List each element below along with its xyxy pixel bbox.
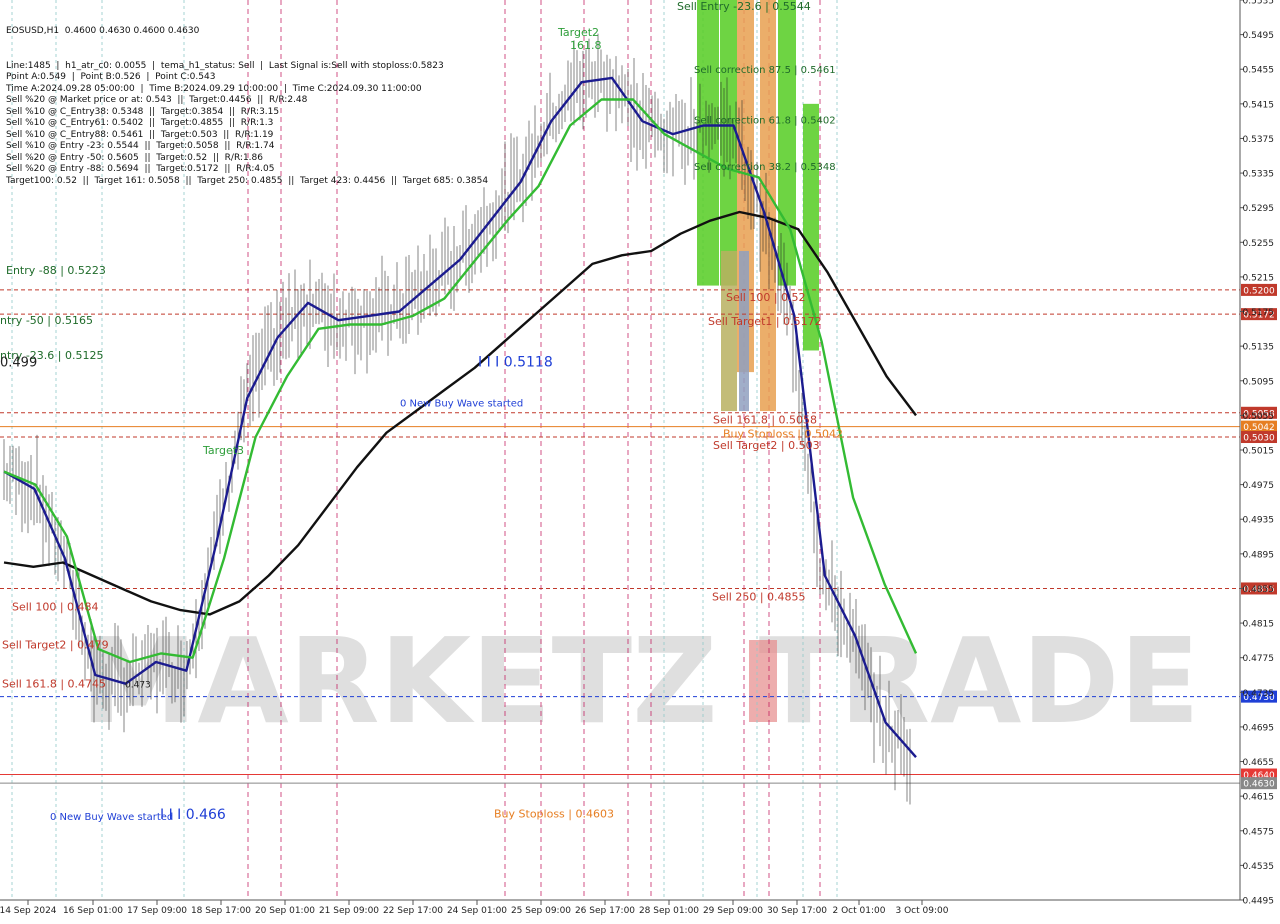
y-tick-label: 0.4775 [1243,654,1275,664]
level-label: Sell 100 | 0.484 [12,601,99,614]
correction-band [739,250,749,412]
x-tick-label: 21 Sep 09:00 [319,906,379,916]
info-line: Sell %10 @ C_Entry88: 0.5461 || Target:0… [6,129,274,140]
y-tick-label: 0.4695 [1243,723,1275,733]
x-tick-label: 17 Sep 09:00 [127,906,187,916]
chart-title: EOSUSD,H1 0.4600 0.4630 0.4600 0.4630 [6,26,200,36]
level-label: I I I 0.466 [160,807,226,823]
y-tick-label: 0.5335 [1243,170,1275,180]
x-tick-label: 20 Sep 01:00 [255,906,315,916]
level-label: Buy Stoploss | 0.4603 [494,807,614,820]
info-line: Sell %10 @ C_Entry61: 0.5402 || Target:0… [6,118,274,128]
y-tick-label: 0.5095 [1243,377,1275,387]
y-tick-label: 0.5175 [1243,308,1275,318]
y-tick-label: 0.4975 [1243,481,1275,491]
y-tick-label: 0.4895 [1243,550,1275,560]
watermark-bar [749,640,777,722]
y-tick-label: 0.5055 [1243,412,1275,422]
correction-band [720,0,737,286]
y-tick-label: 0.5535 [1243,0,1275,7]
level-label: Sell Target1 | 0.5172 [708,315,822,328]
y-tick-label: 0.4615 [1243,793,1275,803]
x-tick-label: 3 Oct 09:00 [896,906,949,916]
price-level-label: 0.5030 [1243,434,1275,444]
level-label: Sell Target2 | 0.503 [713,439,820,452]
x-tick-label: 2 Oct 01:00 [833,906,886,916]
x-tick-label: 24 Sep 01:00 [447,906,507,916]
y-tick-label: 0.5215 [1243,273,1275,283]
price-level-label: 0.5200 [1243,286,1275,296]
info-line: Time A:2024.09.28 05:00:00 | Time B:2024… [6,83,422,94]
level-label: Sell 100 | 0.52 [726,291,806,304]
indicator-info-panel: EOSUSD,H1 0.4600 0.4630 0.4600 0.4630 Li… [6,3,488,186]
price-level-label: 0.4630 [1243,780,1275,790]
level-label: Sell correction 87.5 | 0.5461 [694,65,836,76]
x-tick-label: 16 Sep 01:00 [63,906,123,916]
x-tick-label: 14 Sep 2024 [0,906,57,916]
y-tick-label: 0.5255 [1243,239,1275,249]
level-label: 161.8 [570,39,602,52]
info-line: Sell %20 @ Market price or at: 0.543 || … [6,95,308,105]
y-tick-label: 0.5375 [1243,135,1275,145]
y-tick-label: 0.5135 [1243,343,1275,353]
correction-band [721,250,737,412]
y-tick-label: 0.5495 [1243,31,1275,41]
level-label: Sell Entry -23.6 | 0.5544 [677,0,811,13]
level-label: 0 New Buy Wave started [400,398,523,409]
level-label: Sell correction 61.8 | 0.5402 [694,115,836,126]
level-label: Sell 250 | 0.4855 [712,590,806,603]
x-tick-label: 22 Sep 17:00 [383,906,443,916]
correction-band [697,0,719,286]
y-tick-label: 0.4495 [1243,897,1275,907]
info-line: Sell %10 @ C_Entry38: 0.5348 || Target:0… [6,106,280,117]
x-tick-label: 18 Sep 17:00 [191,906,251,916]
level-label: Sell 161.8 | 0.5058 [713,414,817,427]
y-tick-label: 0.4815 [1243,620,1275,630]
x-tick-label: 26 Sep 17:00 [575,906,635,916]
level-label: Sell Target2 | 0.479 [2,639,109,652]
level-label: 0.499 [0,356,37,371]
info-line: Sell %10 @ Entry -23: 0.5544 || Target:0… [6,141,275,151]
level-label: Sell correction 38.2 | 0.5348 [694,162,836,173]
level-label: Target3 [202,444,244,457]
info-line: Point A:0.549 | Point B:0.526 | Point C:… [6,72,216,82]
correction-band [803,103,819,351]
y-tick-label: 0.5455 [1243,66,1275,76]
x-tick-label: 30 Sep 17:00 [767,906,827,916]
info-line: Sell %20 @ Entry -50: 0.5605 || Target:0… [6,152,263,163]
level-label: ntry -50 | 0.5165 [0,314,93,327]
level-label: Target2 [557,26,599,39]
level-label: 0 New Buy Wave started [50,812,173,823]
y-tick-label: 0.5015 [1243,447,1275,457]
level-label: Sell 161.8 | 0.4745 [2,678,106,691]
y-tick-label: 0.4535 [1243,862,1275,872]
info-line: Line:1485 | h1_atr_c0: 0.0055 | tema_h1_… [6,60,444,71]
y-tick-label: 0.4655 [1243,758,1275,768]
level-label: 0.473 [125,681,151,691]
y-tick-label: 0.5295 [1243,204,1275,214]
x-tick-label: 28 Sep 01:00 [639,906,699,916]
y-tick-label: 0.4935 [1243,516,1275,526]
x-tick-label: 25 Sep 09:00 [511,906,571,916]
y-tick-label: 0.4855 [1243,585,1275,595]
y-tick-label: 0.4575 [1243,827,1275,837]
info-line: Target100: 0.52 || Target 161: 0.5058 ||… [6,175,489,186]
y-tick-label: 0.4735 [1243,689,1275,699]
level-label: I I I 0.5118 [478,355,553,371]
x-tick-label: 29 Sep 09:00 [703,906,763,916]
info-line: Sell %20 @ Entry -88: 0.5694 || Target:0… [6,164,275,174]
level-label: Entry -88 | 0.5223 [6,264,106,277]
y-tick-label: 0.5415 [1243,100,1275,110]
chart: MARKETZ TRADE Entry -88 | 0.5223 ntry -50… [0,0,1280,920]
